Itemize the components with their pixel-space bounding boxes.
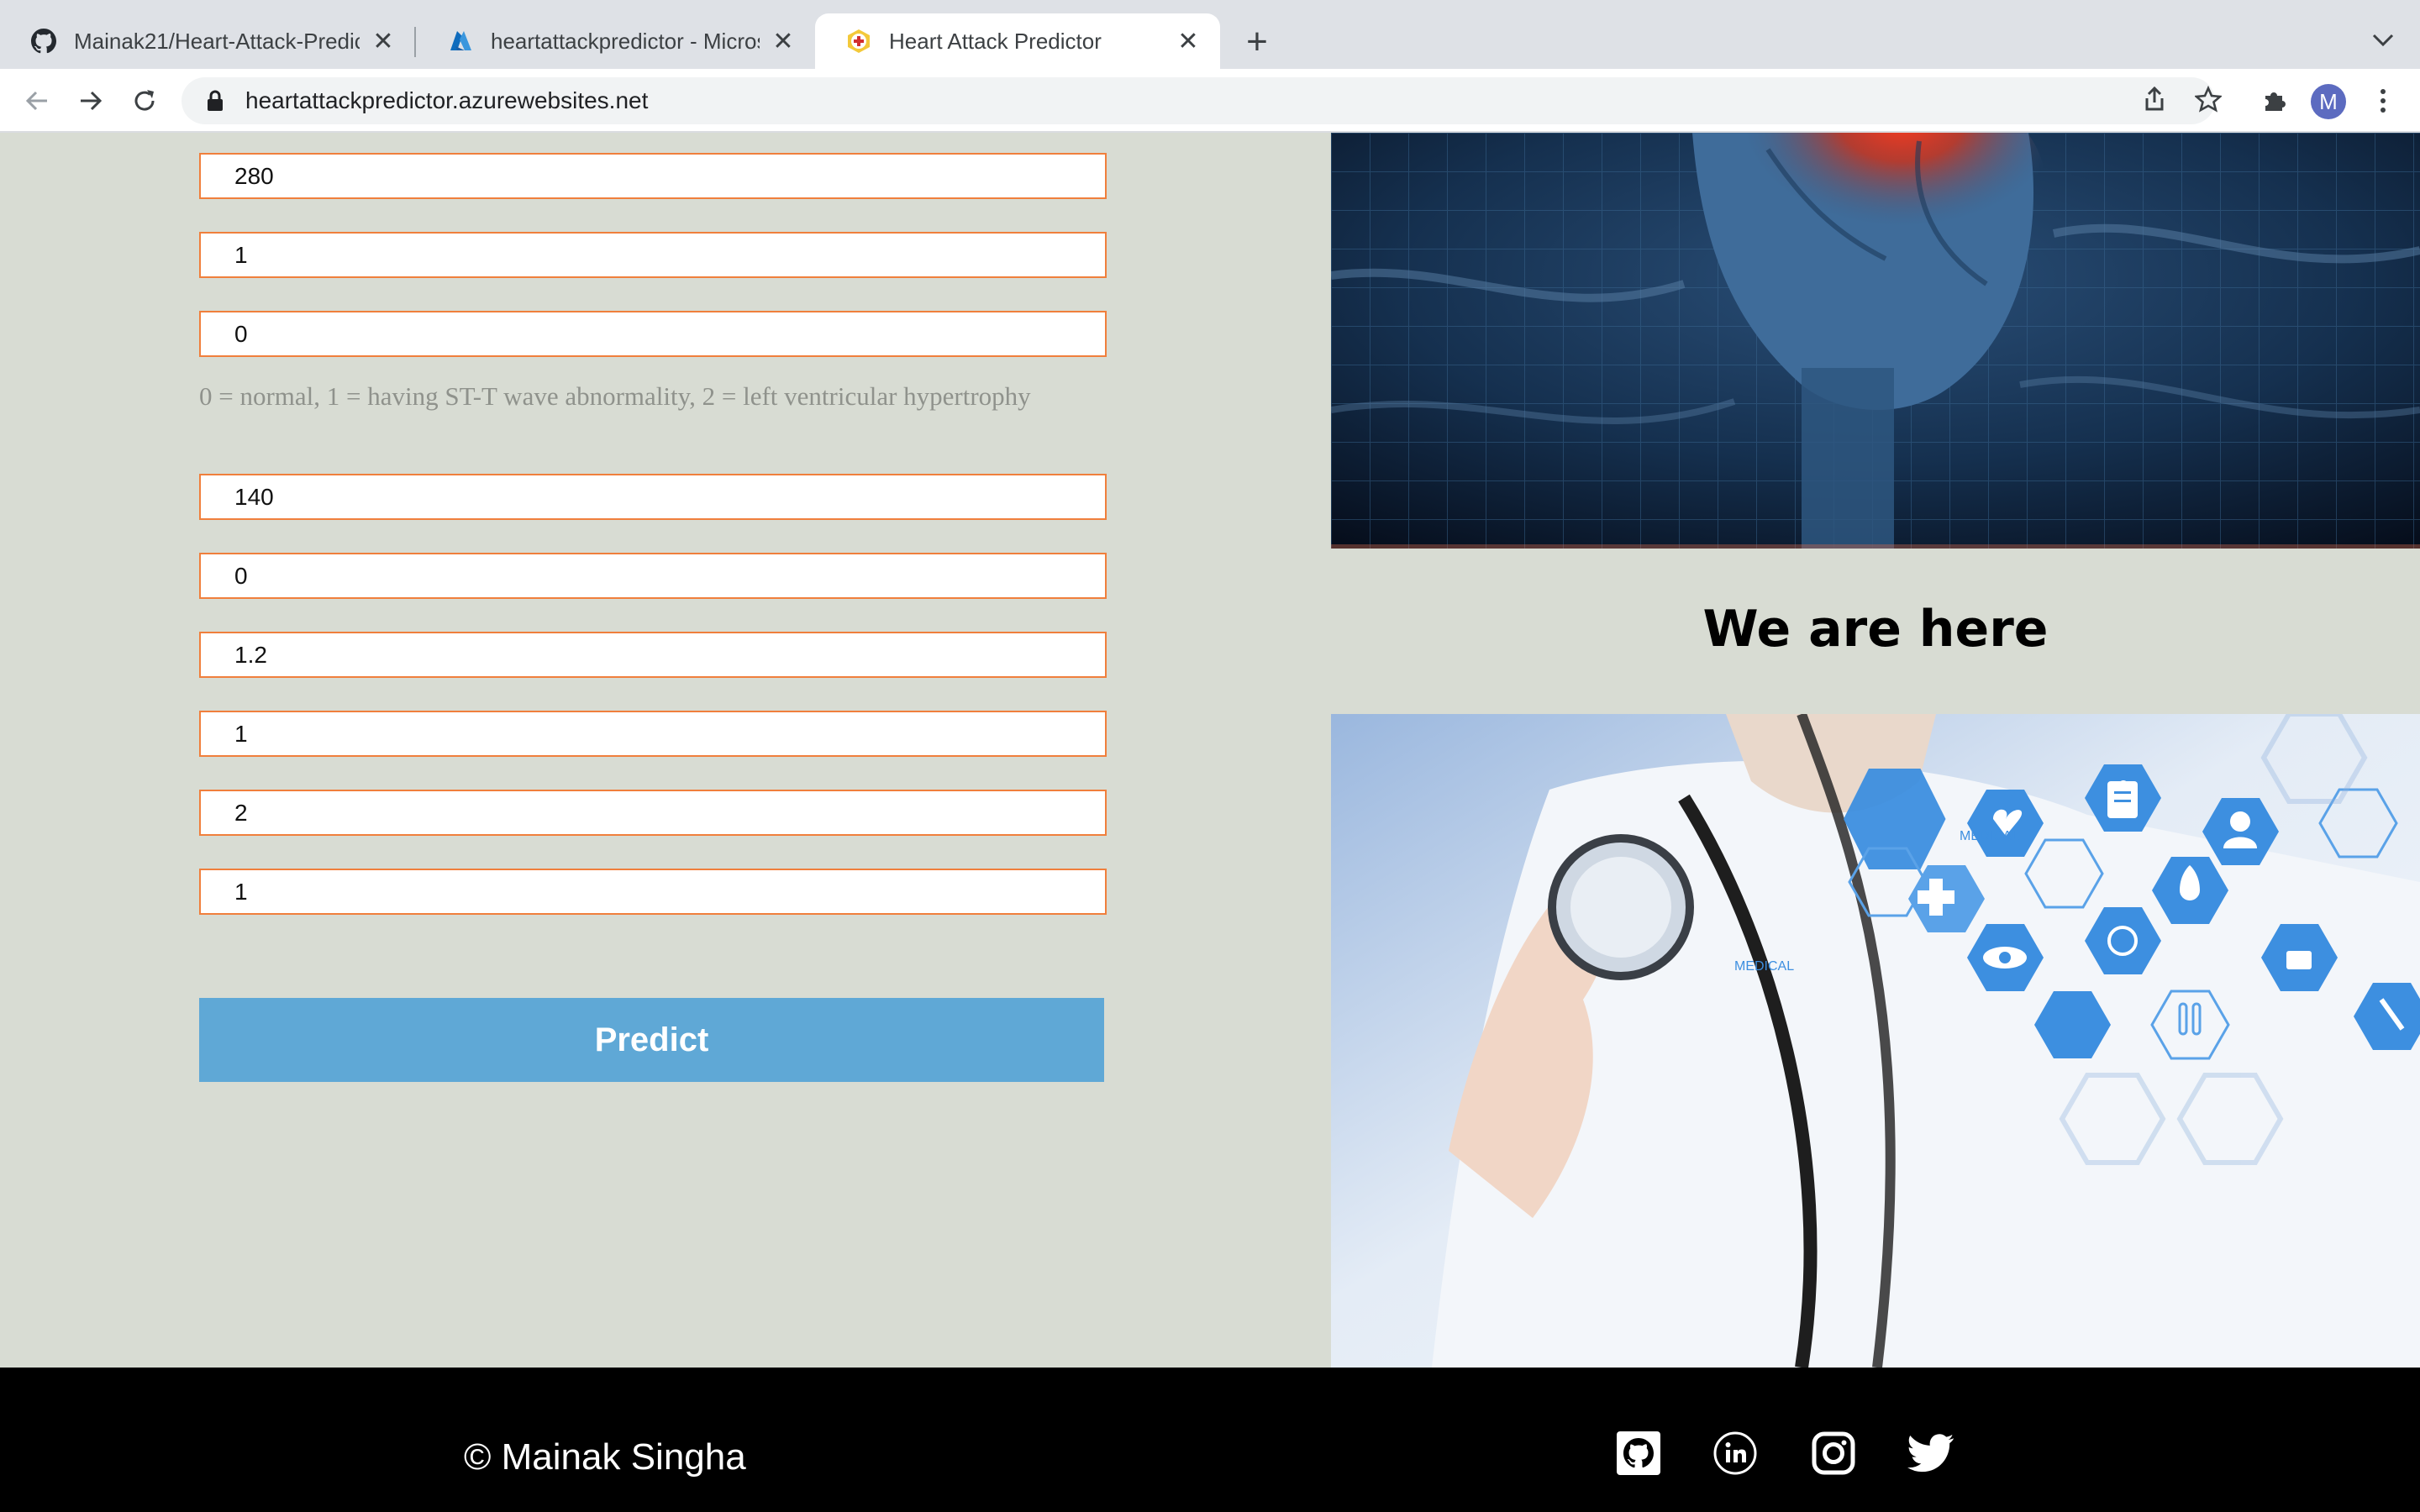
predict-button[interactable]: Predict [199,998,1104,1082]
restecg-hint: 0 = normal, 1 = having ST-T wave abnorma… [199,381,1031,411]
reload-icon [134,90,155,111]
slope-input[interactable]: 1 [199,711,1107,757]
address-bar[interactable]: heartattackpredictor.azurewebsites.net [182,77,2215,124]
tab-heart-attack-predictor[interactable]: Heart Attack Predictor ✕ [815,13,1220,69]
chevron-down-icon[interactable] [2368,25,2398,55]
vessels-input[interactable]: 2 [199,790,1107,836]
close-tab-icon[interactable]: ✕ [370,28,397,55]
medical-label-2: MEDICAL [1734,959,1794,974]
lock-icon [203,89,227,113]
tab-title: Heart Attack Predictor [889,28,1102,54]
twitter-icon[interactable] [1907,1430,1954,1477]
exercise-angina-input[interactable]: 0 [199,553,1107,599]
restecg-input[interactable]: 0 [199,311,1107,357]
medical-label-1: MEDICAL [1960,829,2019,843]
url-text: heartattackpredictor.azurewebsites.net [245,87,649,113]
we-are-here-heading: We are here [1702,600,2049,659]
footer: © Mainak Singha [0,1368,2420,1512]
share-icon[interactable] [2136,81,2173,118]
fasting-blood-sugar-input[interactable]: 1 [199,232,1107,278]
extensions-puzzle-icon[interactable] [2255,82,2292,119]
forward-arrow-icon [81,91,103,111]
forward-button[interactable] [74,84,108,118]
doctor-medical-illustration: MEDICAL MEDICAL [1331,714,2420,1368]
new-tab-button[interactable]: + [1240,21,1274,62]
close-tab-icon[interactable]: ✕ [770,28,797,55]
max-heart-rate-input[interactable]: 140 [199,474,1107,520]
heart-illustration [1331,133,2420,549]
tab-azure[interactable]: heartattackpredictor - Microso ✕ [417,13,815,69]
tab-title: Mainak21/Heart-Attack-Predict [74,28,360,54]
tab-github[interactable]: Mainak21/Heart-Attack-Predict ✕ [0,13,415,69]
github-icon [30,28,57,55]
tab-separator [414,27,416,57]
bookmark-star-icon[interactable] [2190,81,2227,118]
kebab-menu-icon[interactable] [2365,82,2402,119]
profile-avatar[interactable]: M [2311,84,2346,119]
instagram-icon[interactable] [1810,1430,1857,1477]
back-button[interactable] [20,84,54,118]
tab-title: heartattackpredictor - Microso [491,28,760,54]
heart-site-icon [845,28,872,55]
github-icon[interactable] [1615,1430,1662,1477]
oldpeak-input[interactable]: 1.2 [199,632,1107,678]
linkedin-icon[interactable] [1712,1430,1759,1477]
thal-input[interactable]: 1 [199,869,1107,915]
cholesterol-input[interactable]: 280 [199,153,1107,199]
page-content: 280 1 0 0 = normal, 1 = having ST-T wave… [0,133,2420,1368]
browser-toolbar: heartattackpredictor.azurewebsites.net M [0,69,2420,133]
close-tab-icon[interactable]: ✕ [1175,28,1202,55]
back-arrow-icon [25,91,47,111]
copyright-text: © Mainak Singha [464,1436,746,1478]
browser-tab-strip: Mainak21/Heart-Attack-Predict ✕ heartatt… [0,0,2420,69]
azure-icon [447,28,474,55]
reload-button[interactable] [128,84,161,118]
